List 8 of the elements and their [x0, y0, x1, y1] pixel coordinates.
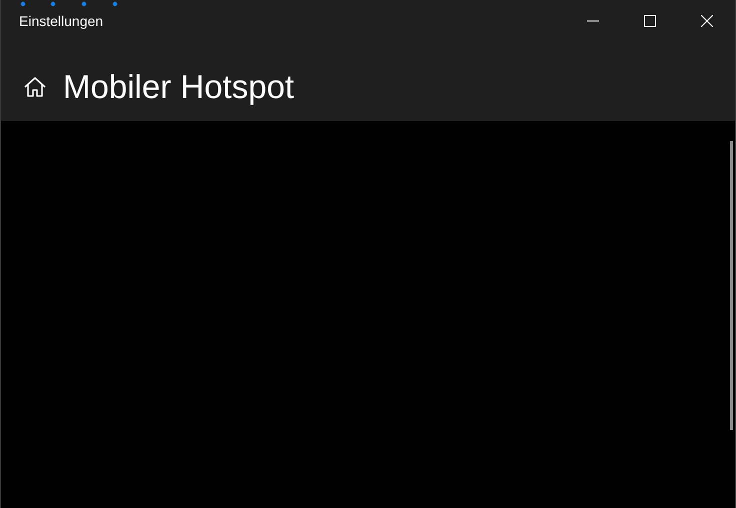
maximize-icon	[644, 15, 656, 27]
window-title: Einstellungen	[19, 12, 104, 31]
home-button[interactable]	[23, 76, 47, 98]
home-icon	[23, 76, 47, 98]
page-title: Mobiler Hotspot	[63, 70, 294, 103]
loading-dots-icon	[20, 1, 118, 7]
close-icon	[700, 15, 712, 27]
scrollbar[interactable]	[730, 141, 733, 430]
